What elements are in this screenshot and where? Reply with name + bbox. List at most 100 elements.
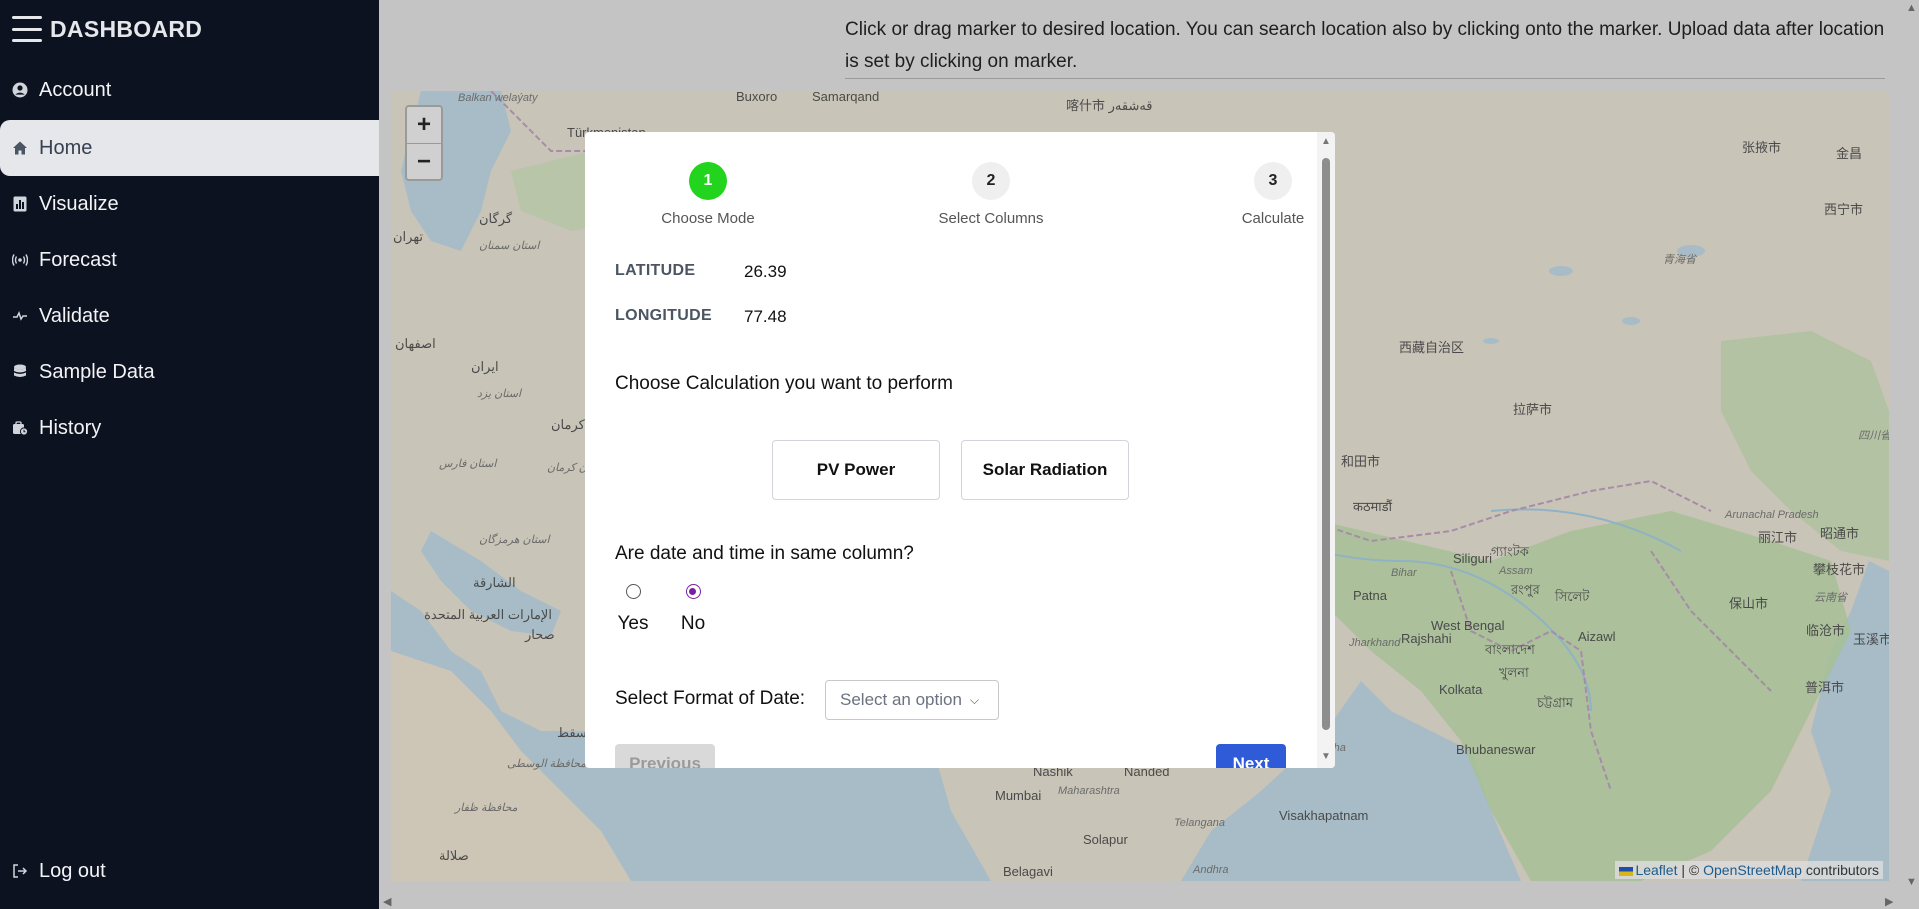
map-label: Arunachal Pradesh [1725,509,1819,521]
pv-power-button[interactable]: PV Power [772,440,940,500]
longitude-row: LONGITUDE 77.48 [615,307,787,327]
modal-scrollbar[interactable]: ▲ ▼ [1317,132,1335,768]
map-label: Kolkata [1439,682,1483,697]
sidebar-item-label: Account [39,78,112,101]
radio-yes-group[interactable]: Yes [615,584,651,635]
map-label: Jharkhand [1349,637,1401,649]
sidebar-item-sample-data[interactable]: Sample Data [0,344,379,400]
map-label: الشارقة [473,575,516,590]
map-label: Assam [1499,565,1533,577]
sidebar-item-label: Home [39,136,93,159]
map-label: Maharashtra [1058,785,1120,797]
osm-link[interactable]: OpenStreetMap [1703,862,1802,878]
map-label: 保山市 [1729,596,1769,611]
map-label: Samarqand [812,91,880,104]
divider [845,78,1885,79]
map-label: সিলেট [1555,589,1590,604]
map-label: Belagavi [1003,864,1053,879]
latitude-label: LATITUDE [615,262,696,279]
map-label: 昭通市 [1820,526,1860,541]
map-label: محافظة الوسطى [507,758,587,770]
history-icon [11,419,29,437]
scroll-down-icon[interactable]: ▼ [1321,751,1331,762]
scroll-up-icon[interactable]: ▲ [1906,2,1917,14]
step-label: Choose Mode [661,210,755,227]
scroll-right-icon[interactable]: ▶ [1885,895,1893,908]
map-label: استان هرمزگان [479,534,550,546]
date-format-label: Select Format of Date: [615,688,806,709]
map-label: 青海省 [1663,254,1696,266]
date-format-select[interactable]: Select an option ⌵ [825,680,999,720]
datetime-question: Are date and time in same column? [615,543,914,564]
radio-no-group[interactable]: No [677,584,709,635]
map-label: Siliguri [1453,551,1493,566]
next-button[interactable]: Next [1216,744,1286,768]
step-number: 2 [972,162,1010,200]
map-label: Aizawl [1578,629,1616,644]
sidebar-item-label: Forecast [39,248,117,271]
database-icon [11,363,29,381]
hamburger-icon[interactable] [12,16,42,42]
sidebar-item-label: Visualize [39,192,119,215]
step-label: Select Columns [938,210,1044,227]
brand: DASHBOARD [12,12,202,46]
sidebar-item-visualize[interactable]: Visualize [0,176,379,232]
previous-button[interactable]: Previous [615,744,715,768]
map-label: Telangana [1174,817,1225,829]
sidebar-item-history[interactable]: History [0,400,379,456]
brand-title: DASHBOARD [50,15,203,42]
radio-no-label: No [680,613,706,634]
map-label: صحار [525,627,555,642]
map-label: استان سمنان [479,240,540,252]
sidebar-item-home[interactable]: Home [0,120,379,176]
calculation-prompt: Choose Calculation you want to perform [615,373,953,394]
sidebar-item-label: Validate [39,304,110,327]
attribution-suffix: contributors [1801,862,1879,878]
radio-yes[interactable] [625,584,641,599]
map-label: Bihar [1391,567,1417,579]
map-label: کرمان [551,417,585,432]
instructions-text: Click or drag marker to desired location… [845,19,1885,72]
sidebar-item-account[interactable]: Account [0,70,379,110]
map-label: খুলনা [1499,665,1529,680]
broadcast-icon [11,251,29,269]
step-select-columns: 2 Select Columns [911,162,1071,227]
map-label: চট্টগ্রাম [1537,695,1573,710]
zoom-out-button[interactable]: − [407,143,441,179]
map-label: कठमाडौं [1353,499,1393,514]
page-scrollbar-vertical[interactable]: ▲ ▼ [1903,0,1919,893]
home-icon [11,139,29,157]
radio-no[interactable] [685,584,701,599]
map-label: 玉溪市 [1853,632,1889,647]
scrollbar-thumb[interactable] [1322,158,1330,730]
calculation-modal: 1 Choose Mode 2 Select Columns 3 Calcula… [585,132,1335,768]
latitude-value: 26.39 [744,262,787,281]
map-label: استان یزد [477,388,522,400]
logout-button[interactable]: Log out [0,843,379,899]
scroll-left-icon[interactable]: ◀ [383,895,391,908]
zoom-in-button[interactable]: + [407,107,441,143]
scroll-up-icon[interactable]: ▲ [1321,136,1331,147]
user-circle-icon [11,81,29,99]
map-label: Bhubaneswar [1456,742,1536,757]
map-label: 和田市 [1341,454,1381,469]
step-number: 1 [689,162,727,200]
map-label: 普洱市 [1805,680,1845,695]
solar-radiation-button[interactable]: Solar Radiation [961,440,1129,500]
sidebar-item-forecast[interactable]: Forecast [0,232,379,288]
map-label: 拉萨市 [1513,402,1553,417]
page-scrollbar-horizontal[interactable]: ◀ ▶ [379,893,1919,909]
map-label: Solapur [1083,832,1128,847]
map-label: Balkan welaýaty [458,92,538,104]
map-label: 西宁市 [1824,202,1864,217]
zoom-control: + − [405,105,443,181]
map-label: 攀枝花市 [1813,562,1866,577]
attribution-separator: | © [1677,862,1704,878]
longitude-label: LONGITUDE [615,307,712,324]
sidebar-item-validate[interactable]: Validate [0,288,379,344]
sidebar-item-label: History [39,416,102,439]
validate-icon [11,307,29,325]
leaflet-link[interactable]: Leaflet [1635,862,1677,878]
map-label: বাংলাদেশ [1485,642,1535,657]
scroll-down-icon[interactable]: ▼ [1906,876,1917,888]
